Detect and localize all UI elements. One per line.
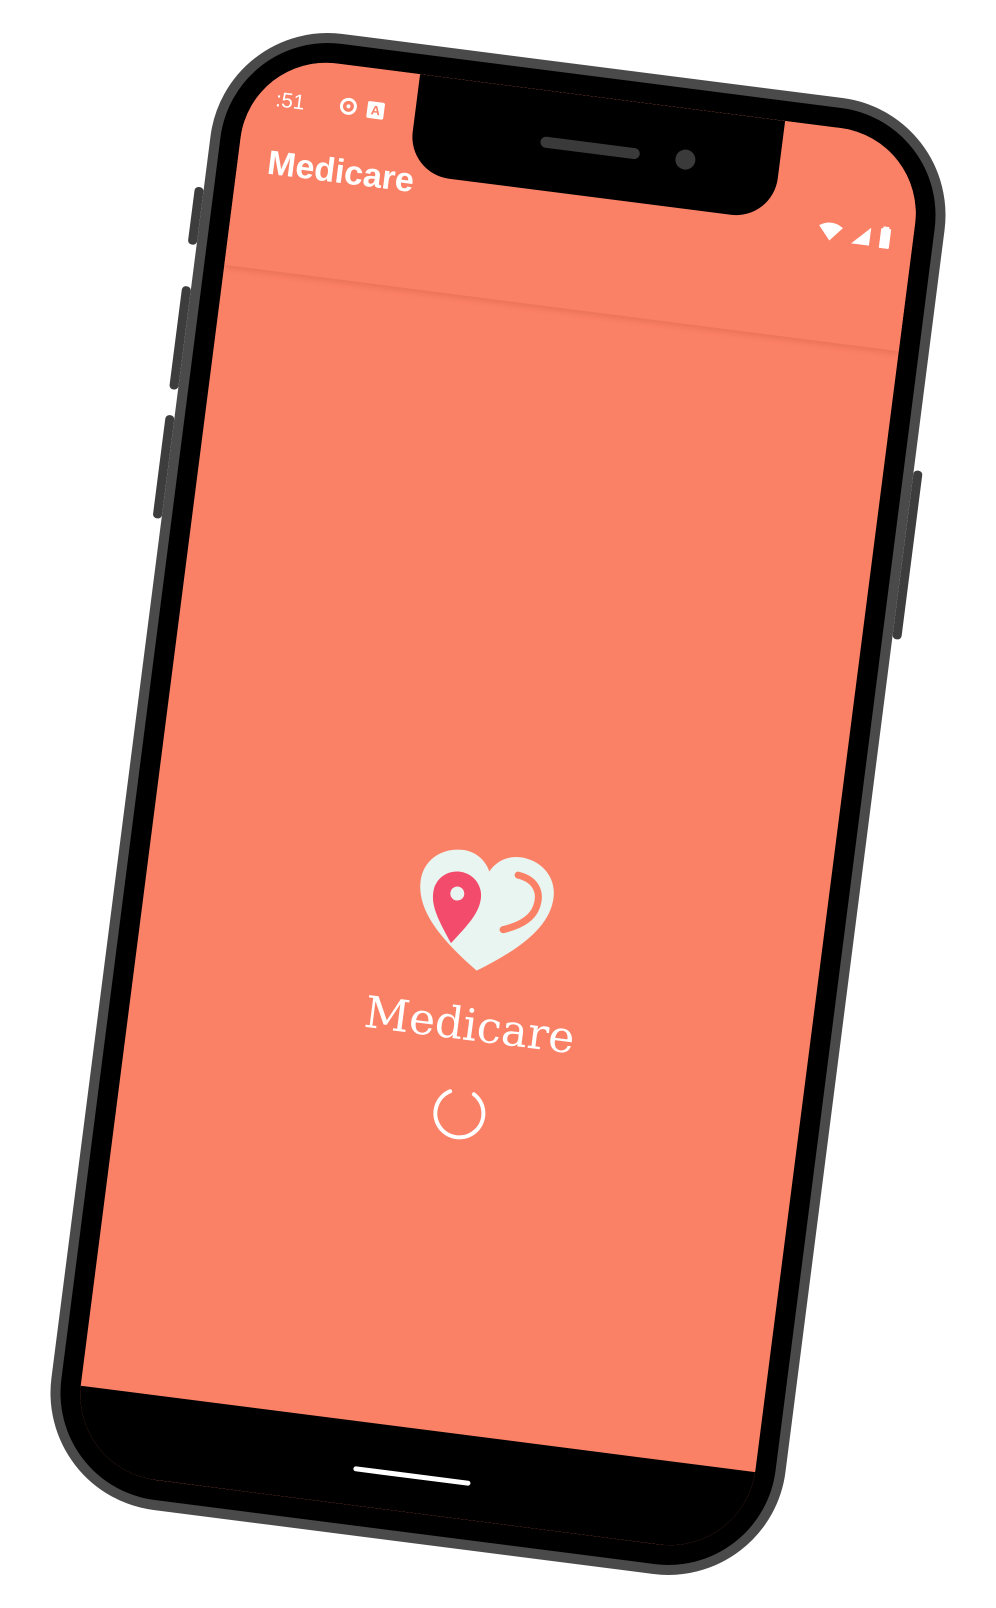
- app-a-icon: A: [366, 100, 386, 120]
- splash-content: Medicare: [117, 806, 829, 1185]
- status-right-icons: [815, 218, 892, 255]
- notification-icon: [338, 96, 361, 122]
- front-camera: [674, 148, 697, 171]
- wifi-icon: [818, 222, 843, 241]
- battery-icon: [878, 226, 892, 250]
- app-bar-title: Medicare: [265, 143, 417, 201]
- screenshot-stage: :51 A Medicare Medicare: [0, 0, 996, 1608]
- earpiece-speaker: [539, 136, 641, 160]
- heart-location-pin-icon: [420, 849, 554, 971]
- home-indicator[interactable]: [353, 1466, 471, 1486]
- signal-icon: [850, 227, 872, 246]
- spinner-icon: [433, 1089, 486, 1140]
- status-time: :51: [274, 88, 307, 115]
- phone-device: :51 A Medicare Medicare: [36, 19, 960, 1589]
